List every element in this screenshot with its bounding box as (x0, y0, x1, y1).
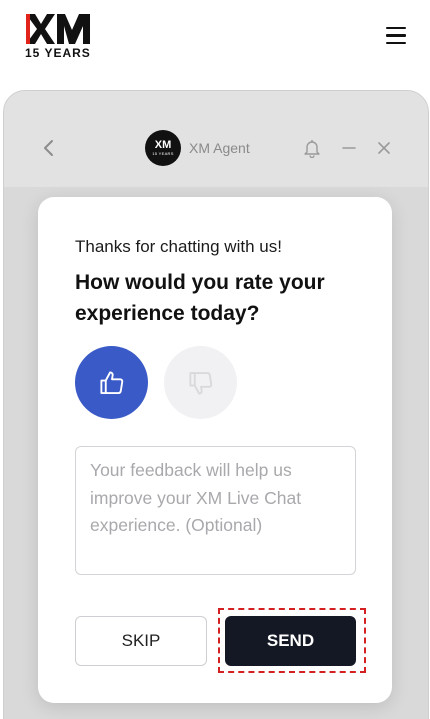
close-icon[interactable] (374, 138, 394, 158)
thumbs-up-icon (99, 370, 123, 394)
xm-logo-mark (26, 14, 90, 44)
skip-button[interactable]: SKIP (75, 616, 207, 666)
thumbs-down-icon (188, 371, 212, 395)
minimize-icon[interactable] (339, 138, 359, 158)
rating-card: Thanks for chatting with us! How would y… (38, 197, 392, 703)
feedback-textarea[interactable] (75, 446, 356, 575)
bell-icon[interactable] (302, 138, 322, 158)
logo-years-text: 15 YEARS (25, 46, 91, 60)
agent-avatar: XM 15 YEARS (145, 130, 181, 166)
agent-info: XM 15 YEARS XM Agent (145, 130, 250, 166)
rating-intro-text: Thanks for chatting with us! (75, 237, 282, 256)
chat-header: XM 15 YEARS XM Agent (4, 91, 428, 187)
xm-logo[interactable]: 15 YEARS (24, 12, 94, 60)
thumbs-up-button[interactable] (75, 346, 148, 419)
avatar-years-text: 15 YEARS (152, 151, 174, 156)
agent-name: XM Agent (189, 140, 250, 156)
thumbs-down-button[interactable] (164, 346, 237, 419)
rating-question: How would you rate your experience today… (75, 271, 325, 325)
site-header: 15 YEARS (0, 0, 430, 84)
send-button[interactable]: SEND (225, 616, 356, 666)
hamburger-menu-icon[interactable] (386, 27, 408, 47)
chevron-left-icon[interactable] (40, 137, 58, 159)
avatar-logo-text: XM (154, 139, 172, 151)
